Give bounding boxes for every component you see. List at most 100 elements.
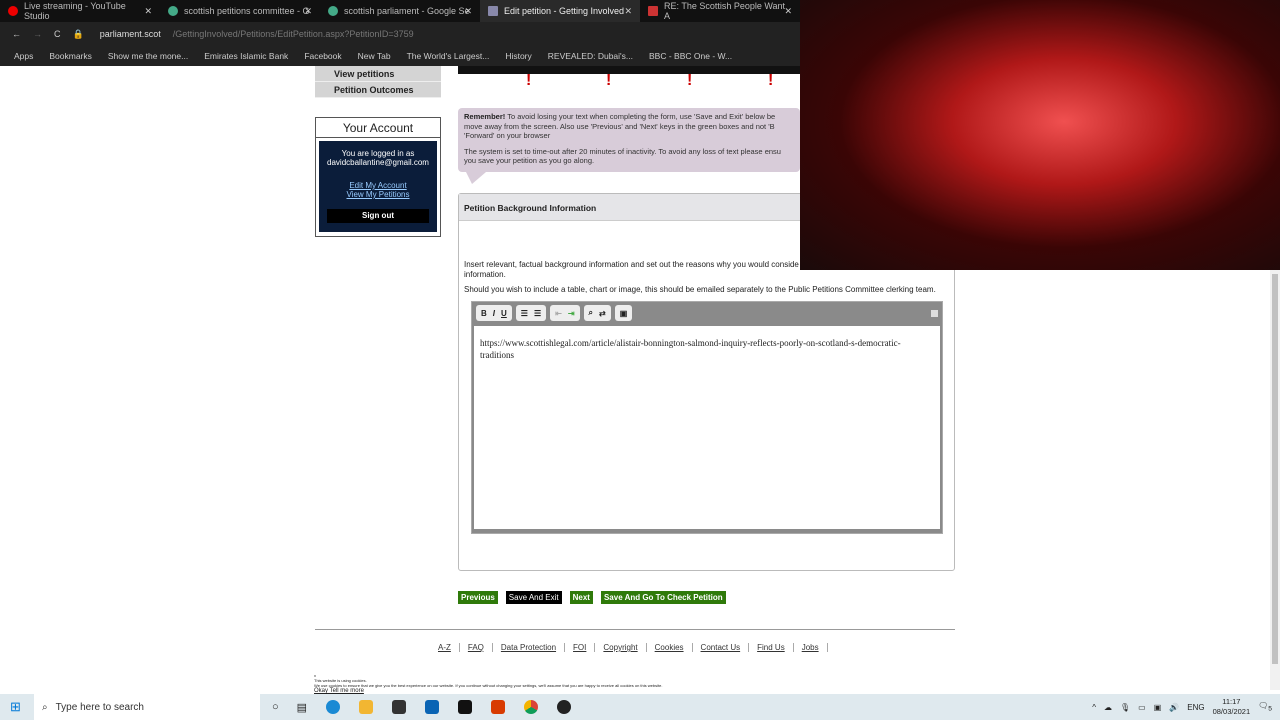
save-and-exit-button[interactable]: Save And Exit [505, 591, 562, 604]
bookmark-apps[interactable]: Apps [14, 51, 33, 61]
bookmark-history[interactable]: History [505, 51, 531, 61]
bookmarks-bar: Apps Bookmarks Show me the mone... Emira… [0, 46, 800, 66]
footer-copyright[interactable]: Copyright [595, 643, 647, 652]
next-button[interactable]: Next [569, 591, 593, 604]
task-view-icon[interactable]: ▤ [297, 701, 307, 714]
view-my-petitions-link[interactable]: View My Petitions [319, 190, 437, 199]
footer-faq[interactable]: FAQ [460, 643, 493, 652]
footer-contact-us[interactable]: Contact Us [693, 643, 750, 652]
close-icon[interactable]: ✕ [304, 6, 312, 17]
close-icon[interactable]: ✕ [144, 6, 152, 17]
tab-parliament-search[interactable]: scottish parliament - Google Se ✕ [320, 0, 480, 22]
account-box: Your Account You are logged in as davidc… [315, 117, 441, 237]
previous-button[interactable]: Previous [458, 591, 498, 604]
find-icon[interactable]: ⌕ [589, 308, 593, 318]
nav-petition-outcomes[interactable]: Petition Outcomes [315, 82, 441, 98]
language-indicator[interactable]: ENG [1187, 703, 1204, 712]
google-icon [168, 6, 178, 16]
file-explorer-icon[interactable] [359, 700, 374, 714]
form-buttons: Previous Save And Exit Next Save And Go … [458, 591, 726, 604]
notifications-icon[interactable]: 🗨5 [1258, 701, 1272, 713]
footer-find-us[interactable]: Find Us [749, 643, 794, 652]
underline-button[interactable]: U [501, 309, 507, 318]
url-input[interactable]: parliament.scot/GettingInvolved/Petition… [88, 29, 414, 39]
page-scrollbar[interactable] [1270, 270, 1280, 690]
italic-button[interactable]: I [493, 309, 495, 318]
footer-a-z[interactable]: A-Z [430, 643, 460, 652]
side-nav: View petitions Petition Outcomes [315, 66, 441, 98]
chevron-up-icon[interactable]: ^ [1092, 703, 1096, 712]
webcam-overlay [800, 0, 1280, 270]
forward-icon[interactable]: → [33, 29, 42, 39]
footer-jobs[interactable]: Jobs [794, 643, 828, 652]
unordered-list-icon[interactable]: ☰ [534, 309, 541, 318]
close-icon[interactable]: ✕ [624, 6, 632, 17]
tab-petitions-search[interactable]: scottish petitions committee - G ✕ [160, 0, 320, 22]
bookmark-revealed[interactable]: REVEALED: Dubai's... [548, 51, 633, 61]
save-and-check-button[interactable]: Save And Go To Check Petition [600, 591, 726, 604]
scrollbar-thumb[interactable] [1272, 274, 1278, 664]
ordered-list-icon[interactable]: ☰ [521, 309, 528, 318]
bookmark-show-me[interactable]: Show me the mone... [108, 51, 188, 61]
select-all-icon[interactable]: ▣ [620, 309, 628, 318]
replace-icon[interactable]: ⇄ [599, 309, 606, 318]
obs-icon[interactable] [557, 700, 572, 714]
bookmark-emirates[interactable]: Emirates Islamic Bank [204, 51, 288, 61]
reload-icon[interactable]: C [54, 29, 61, 39]
bookmark-bbc[interactable]: BBC - BBC One - W... [649, 51, 732, 61]
bookmark-bookmarks[interactable]: Bookmarks [49, 51, 92, 61]
tab-edit-petition[interactable]: Edit petition - Getting Involved ✕ [480, 0, 640, 22]
tab-youtube-studio[interactable]: Live streaming - YouTube Studio ✕ [0, 0, 160, 22]
outdent-icon[interactable]: ⇤ [555, 309, 562, 318]
cortana-icon[interactable]: ○ [272, 701, 279, 713]
nav-view-petitions[interactable]: View petitions [315, 66, 441, 82]
bubble-tail [466, 172, 486, 184]
edge-icon[interactable] [326, 700, 341, 714]
edit-account-link[interactable]: Edit My Account [319, 181, 437, 190]
office-icon[interactable] [491, 700, 506, 714]
editor-toolbar: BIU ☰ ☰ ⇤ ⇥ ⌕ ⇄ ▣ [472, 302, 942, 324]
resize-icon[interactable] [931, 309, 938, 317]
bold-button[interactable]: B [481, 309, 487, 318]
close-icon[interactable]: ✕ [784, 6, 792, 17]
cookie-banner: x This website is using cookies. We use … [314, 673, 663, 694]
account-email: davidcballantine@gmail.com [327, 158, 429, 167]
footer-links: A-Z FAQ Data Protection FOI Copyright Co… [430, 643, 828, 652]
back-icon[interactable]: ← [12, 29, 21, 39]
battery-icon[interactable]: ▭ [1138, 703, 1146, 712]
app-icon[interactable] [458, 700, 473, 714]
footer-cookies[interactable]: Cookies [647, 643, 693, 652]
close-icon[interactable]: ✕ [464, 6, 472, 17]
network-icon[interactable]: ▣ [1154, 703, 1162, 712]
chrome-icon[interactable] [524, 700, 539, 714]
volume-icon[interactable]: 🔊 [1169, 703, 1179, 712]
system-tray: ^ ☁ 🎙 ▭ ▣ 🔊 ENG 11:17 08/03/2021 🗨5 [1092, 694, 1272, 720]
sign-out-button[interactable]: Sign out [327, 209, 429, 223]
mail-icon[interactable] [425, 700, 440, 714]
bookmark-worlds-largest[interactable]: The World's Largest... [407, 51, 490, 61]
search-icon: ⌕ [42, 701, 48, 713]
tab-gmail[interactable]: RE: The Scottish People Want A ✕ [640, 0, 800, 22]
rich-text-editor: BIU ☰ ☰ ⇤ ⇥ ⌕ ⇄ ▣ https://www.scottishlegal… [471, 301, 943, 534]
divider [315, 629, 955, 630]
bookmark-new-tab[interactable]: New Tab [358, 51, 391, 61]
account-title: Your Account [316, 118, 440, 138]
footer-data-protection[interactable]: Data Protection [493, 643, 566, 652]
editor-content[interactable]: https://www.scottishlegal.com/article/al… [474, 326, 940, 529]
alert-icon: ! [687, 72, 693, 89]
cloud-icon[interactable]: ☁ [1104, 703, 1112, 712]
bookmark-facebook[interactable]: Facebook [304, 51, 341, 61]
google-icon [328, 6, 338, 16]
indent-icon[interactable]: ⇥ [568, 309, 575, 318]
lock-icon: 🔒 [72, 28, 84, 39]
logged-in-label: You are logged in as [341, 149, 415, 158]
browser-tab-strip: Live streaming - YouTube Studio ✕ scottis… [0, 0, 800, 22]
taskbar-search[interactable]: ⌕ Type here to search [34, 694, 260, 720]
microphone-icon[interactable]: 🎙 [1120, 703, 1130, 712]
store-icon[interactable] [392, 700, 407, 714]
progress-strip [458, 66, 800, 74]
alert-icon: ! [768, 72, 774, 89]
footer-foi[interactable]: FOI [565, 643, 596, 652]
windows-start-icon[interactable]: ⊞ [10, 699, 21, 715]
clock[interactable]: 11:17 08/03/2021 [1213, 697, 1251, 717]
